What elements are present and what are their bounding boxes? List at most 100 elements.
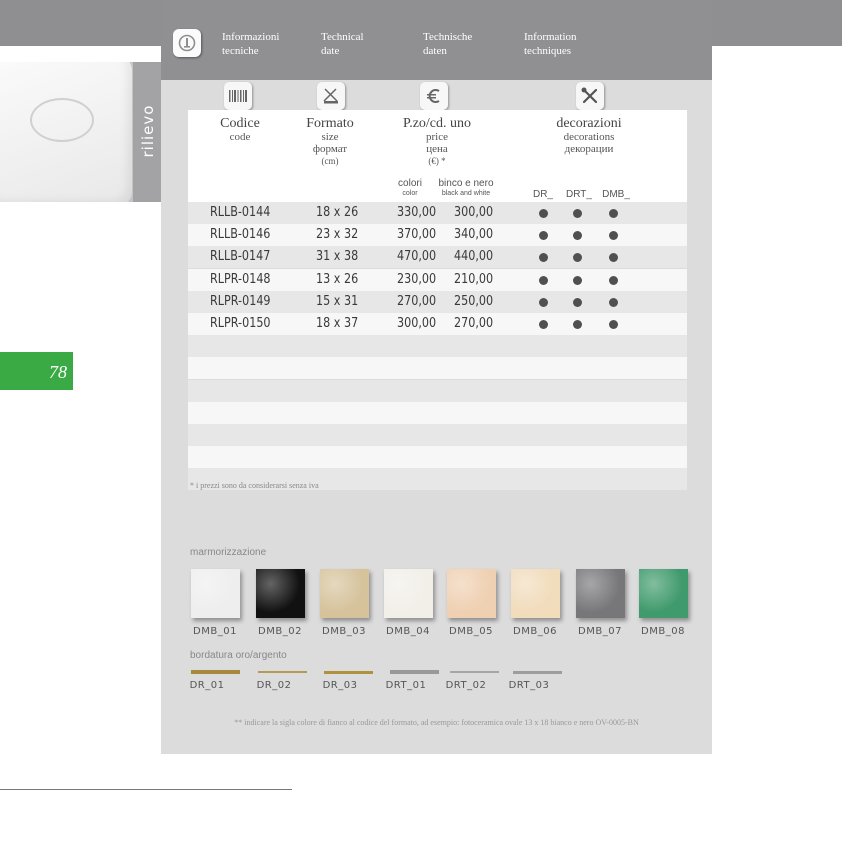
bottom-rule <box>0 789 292 790</box>
barcode-icon <box>224 82 252 110</box>
deco-option-drt: DRT_ <box>566 189 592 200</box>
availability-dot-dmb <box>609 320 618 329</box>
availability-dot-dr <box>539 298 548 307</box>
page-number-tab: 78 <box>0 352 73 390</box>
availability-dot-dmb <box>609 209 618 218</box>
cell-code: RLPR-0149 <box>210 294 271 309</box>
cell-size: 15 x 31 <box>316 294 359 309</box>
decorations-column-header: decorazioni decorations декорации <box>556 116 622 155</box>
cell-price-bw: 300,00 <box>454 205 494 220</box>
border-swatch <box>513 670 562 674</box>
price-column-header: P.zo/cd. uno price цена (€) * <box>402 116 472 166</box>
availability-dot-drt <box>573 298 582 307</box>
border-swatch <box>191 670 240 674</box>
vat-note: * i prezzi sono da considerarsi senza iv… <box>190 481 319 490</box>
table-row: RLPR-0148 13 x 26 230,00 210,00 <box>188 269 687 291</box>
cell-price-color: 370,00 <box>397 227 437 242</box>
header-label-fr: Information techniques <box>524 31 577 57</box>
deco-option-dmb: DMB_ <box>602 189 630 200</box>
marble-swatch <box>384 569 433 618</box>
border-swatch <box>324 670 373 674</box>
cell-size: 23 x 32 <box>316 227 359 242</box>
empty-table-row <box>188 335 687 357</box>
table-row: RLLB-0144 18 x 26 330,00 300,00 <box>188 202 687 224</box>
header-label-de: Technische daten <box>423 31 473 57</box>
cell-price-color: 470,00 <box>397 249 437 264</box>
cell-price-bw: 340,00 <box>454 227 494 242</box>
marble-swatch <box>511 569 560 618</box>
ruler-icon <box>317 82 345 110</box>
marble-swatch <box>447 569 496 618</box>
border-swatch-label: DR_02 <box>256 680 292 691</box>
marble-swatch-label: DMB_04 <box>386 626 430 637</box>
footnote: ** indicare la sigla colore di fianco al… <box>234 718 639 727</box>
cell-code: RLLB-0144 <box>210 205 271 220</box>
marble-swatch-label: DMB_01 <box>193 626 237 637</box>
cell-price-bw: 250,00 <box>454 294 494 309</box>
border-swatch-label: DRT_02 <box>445 680 487 691</box>
availability-dot-drt <box>573 276 582 285</box>
code-column-header: Codice code <box>220 116 260 143</box>
marble-swatch-label: DMB_03 <box>322 626 366 637</box>
euro-icon <box>420 82 448 110</box>
marble-swatch <box>576 569 625 618</box>
availability-dot-drt <box>573 231 582 240</box>
section-label: rilievo <box>139 104 157 158</box>
marble-section-title: marmorizzazione <box>190 547 267 558</box>
cell-price-bw: 210,00 <box>454 272 494 287</box>
cell-size: 18 x 26 <box>316 205 359 220</box>
cell-size: 13 x 26 <box>316 272 359 287</box>
empty-table-row <box>188 380 687 402</box>
border-swatch-label: DRT_01 <box>385 680 427 691</box>
empty-table-row <box>188 357 687 379</box>
availability-dot-drt <box>573 209 582 218</box>
availability-dot-dr <box>539 276 548 285</box>
cell-price-color: 300,00 <box>397 316 437 331</box>
table-row: RLLB-0146 23 x 32 370,00 340,00 <box>188 224 687 246</box>
deco-option-dr: DR_ <box>532 189 553 200</box>
section-label-bar: rilievo <box>133 62 161 202</box>
availability-dot-dmb <box>609 298 618 307</box>
cell-code: RLPR-0150 <box>210 316 271 331</box>
border-swatch <box>258 671 307 673</box>
availability-dot-dr <box>539 253 548 262</box>
empty-table-row <box>188 402 687 424</box>
marble-swatch <box>256 569 305 618</box>
cell-code: RLLB-0147 <box>210 249 271 264</box>
page-number: 78 <box>49 362 67 382</box>
cell-code: RLPR-0148 <box>210 272 271 287</box>
cell-size: 18 x 37 <box>316 316 359 331</box>
cell-price-bw: 270,00 <box>454 316 494 331</box>
marble-swatch <box>320 569 369 618</box>
marble-swatch-label: DMB_07 <box>578 626 622 637</box>
border-swatch <box>450 671 499 673</box>
border-swatch-label: DR_03 <box>322 680 358 691</box>
marble-swatch-label: DMB_02 <box>258 626 302 637</box>
availability-dot-dmb <box>609 231 618 240</box>
marble-swatch <box>639 569 688 618</box>
empty-table-row <box>188 424 687 446</box>
availability-dot-dr <box>539 320 548 329</box>
marble-swatch-label: DMB_06 <box>513 626 557 637</box>
cell-price-color: 230,00 <box>397 272 437 287</box>
availability-dot-dr <box>539 209 548 218</box>
availability-dot-dmb <box>609 253 618 262</box>
info-icon <box>173 29 201 57</box>
size-column-header: Formato size формат (cm) <box>306 116 354 166</box>
table-row: RLPR-0149 15 x 31 270,00 250,00 <box>188 291 687 313</box>
price-color-subheader: colori color <box>398 178 422 198</box>
availability-dot-drt <box>573 320 582 329</box>
marble-swatch-label: DMB_05 <box>449 626 493 637</box>
availability-dot-dr <box>539 231 548 240</box>
availability-dot-dmb <box>609 276 618 285</box>
border-swatch-label: DRT_03 <box>508 680 550 691</box>
tools-icon <box>576 82 604 110</box>
availability-dot-drt <box>573 253 582 262</box>
table-row: RLPR-0150 18 x 37 300,00 270,00 <box>188 313 687 335</box>
marble-swatch-label: DMB_08 <box>641 626 685 637</box>
marble-swatch <box>191 569 240 618</box>
cell-price-bw: 440,00 <box>454 249 494 264</box>
price-bw-subheader: binco e nero black and white <box>438 178 494 198</box>
header-label-en: Technical date <box>321 31 364 57</box>
border-section-title: bordatura oro/argento <box>190 650 287 661</box>
